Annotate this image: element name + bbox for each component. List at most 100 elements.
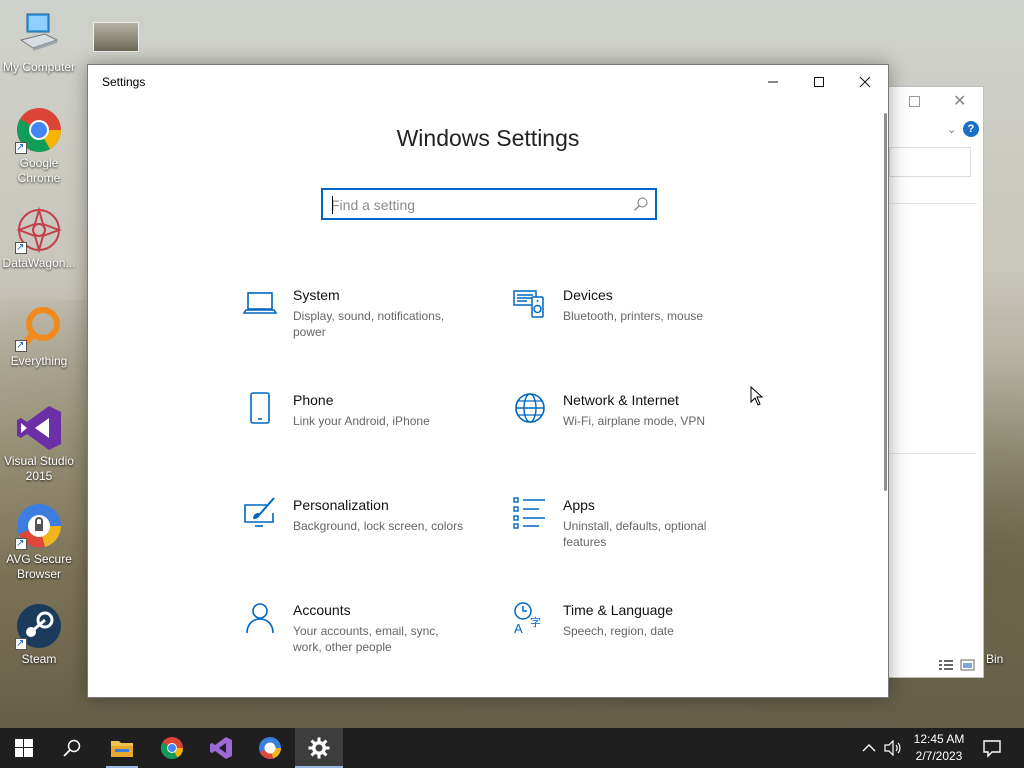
tile-title: Personalization (293, 497, 389, 513)
person-icon (246, 603, 274, 634)
tile-title: Devices (563, 287, 613, 303)
title-bar[interactable]: Settings (88, 65, 888, 99)
tile-accounts[interactable]: Accounts Your accounts, email, sync, wor… (243, 602, 493, 682)
page-title: Windows Settings (396, 125, 580, 151)
tile-description: Bluetooth, printers, mouse (563, 309, 704, 323)
clock-date: 2/7/2023 (915, 749, 963, 763)
window-title: Settings (102, 75, 146, 89)
computer-icon (15, 10, 63, 58)
search-icon[interactable] (633, 196, 649, 212)
tile-apps[interactable]: Apps Uninstall, defaults, optional featu… (513, 497, 763, 577)
tile-title: Network & Internet (563, 392, 679, 408)
shortcut-arrow-icon (15, 636, 27, 651)
taskbar-visual-studio[interactable] (197, 728, 245, 768)
taskbar-settings[interactable] (295, 728, 343, 768)
chevron-up-icon (862, 744, 876, 752)
taskbar-file-explorer[interactable] (98, 728, 146, 768)
tile-description: Uninstall, defaults, optional features (563, 519, 707, 549)
tile-personalization[interactable]: Personalization Background, lock screen,… (243, 497, 493, 577)
desktop-icon-everything[interactable]: Everything (0, 304, 78, 369)
view-toggle-icons[interactable] (937, 659, 977, 671)
shortcut-arrow-icon (15, 140, 27, 155)
search-box[interactable] (321, 188, 657, 220)
tile-title: Accounts (293, 602, 351, 618)
shortcut-arrow-icon (15, 338, 27, 353)
notification-icon (983, 740, 1001, 758)
start-button[interactable] (0, 728, 48, 768)
desktop-icon-my-computer[interactable]: My Computer (0, 10, 78, 75)
maximize-icon[interactable] (909, 96, 920, 107)
settings-window[interactable]: Settings Windows Settings System Display… (87, 64, 889, 698)
maximize-button[interactable] (796, 65, 842, 99)
desktop-icon-label: Google Chrome (17, 156, 61, 185)
personalization-icon (244, 497, 275, 527)
close-icon (859, 76, 871, 88)
taskbar-google-chrome[interactable] (148, 728, 196, 768)
tile-system[interactable]: System Display, sound, notifications, po… (243, 287, 493, 367)
background-explorer-window[interactable]: ✕ ⌄ ? (880, 86, 984, 678)
desktop-icon-google-chrome[interactable]: Google Chrome (0, 106, 78, 186)
clock-time: 12:45 AM (913, 732, 965, 746)
tile-description: Link your Android, iPhone (293, 414, 430, 428)
everything-search-icon (15, 304, 63, 353)
scrollbar[interactable] (884, 113, 887, 491)
tile-description: Background, lock screen, colors (293, 519, 464, 533)
help-icon[interactable]: ? (963, 121, 979, 137)
taskbar: 12:45 AM 2/7/2023 (0, 728, 1024, 768)
tile-network-internet[interactable]: Network & Internet Wi-Fi, airplane mode,… (513, 392, 763, 472)
divider (889, 203, 977, 204)
phone-icon (250, 392, 270, 424)
background-window-titlebar: ✕ (881, 87, 983, 117)
maximize-icon (814, 77, 824, 87)
datawagon-icon (15, 206, 63, 255)
minimize-icon (768, 81, 778, 83)
desktop-icon-datawagon[interactable]: DataWagon... (0, 206, 78, 271)
desktop-icon-label: My Computer (2, 60, 76, 74)
desktop-icon-steam[interactable]: Steam (0, 602, 78, 667)
address-bar[interactable] (889, 147, 971, 177)
taskbar-avg-secure-browser[interactable] (246, 728, 294, 768)
desktop-icon-label: AVG Secure Browser (6, 552, 72, 581)
close-button[interactable] (842, 65, 888, 99)
chevron-down-icon[interactable]: ⌄ (947, 123, 956, 136)
steam-icon (15, 602, 63, 651)
tile-title: System (293, 287, 340, 303)
tile-description: Speech, region, date (563, 624, 674, 638)
desktop-icon-label: Steam (21, 652, 57, 666)
visual-studio-icon (210, 737, 232, 759)
tile-description: Your accounts, email, sync, work, other … (293, 624, 439, 654)
tile-title: Time & Language (563, 602, 673, 618)
search-input[interactable] (331, 195, 621, 215)
desktop-icon-visual-studio[interactable]: Visual Studio 2015 (0, 404, 78, 484)
devices-icon (513, 290, 544, 318)
close-icon[interactable]: ✕ (953, 91, 966, 111)
shortcut-arrow-icon (15, 240, 27, 255)
search-button[interactable] (48, 728, 96, 768)
time-language-icon: A 字 (514, 602, 541, 636)
recycle-bin-label[interactable]: Bin (986, 652, 1003, 666)
laptop-icon (243, 292, 277, 314)
desktop-icon-label: Everything (10, 354, 68, 368)
tile-description: Wi-Fi, airplane mode, VPN (563, 414, 706, 428)
desktop-icon-avg-secure-browser[interactable]: AVG Secure Browser (0, 502, 78, 582)
desktop-icon-image-file[interactable] (92, 22, 140, 54)
apps-icon (513, 497, 545, 529)
chrome-icon (161, 737, 183, 759)
tile-devices[interactable]: Devices Bluetooth, printers, mouse (513, 287, 763, 367)
clock[interactable]: 12:45 AM 2/7/2023 (900, 731, 978, 765)
minimize-button[interactable] (750, 65, 796, 99)
tile-description: Display, sound, notifications, power (293, 309, 445, 339)
tile-time-language[interactable]: A 字 Time & Language Speech, region, date (513, 602, 763, 682)
svg-text:字: 字 (530, 615, 541, 629)
desktop-icon-label: Visual Studio 2015 (4, 454, 74, 483)
gear-icon (308, 737, 330, 759)
desktop-icon-label: DataWagon... (2, 256, 76, 270)
shortcut-arrow-icon (15, 536, 27, 551)
action-center-button[interactable] (980, 736, 1004, 760)
divider (889, 453, 977, 454)
avg-browser-icon (259, 737, 281, 759)
show-hidden-icons-button[interactable] (862, 728, 876, 768)
image-thumbnail-icon (93, 22, 139, 52)
tile-phone[interactable]: Phone Link your Android, iPhone (243, 392, 493, 472)
avg-browser-icon (15, 502, 63, 551)
